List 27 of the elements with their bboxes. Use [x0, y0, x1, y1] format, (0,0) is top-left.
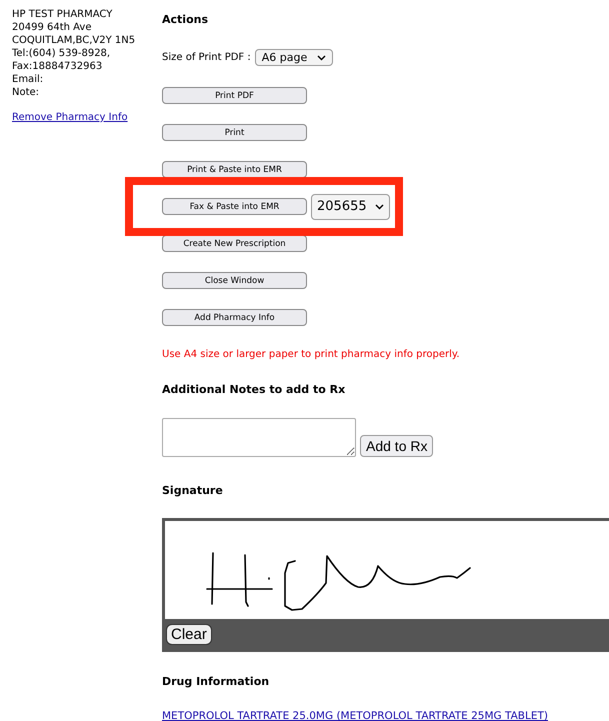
pharmacy-info-line: Email:	[12, 73, 44, 86]
section-heading: Additional Notes to add to Rx	[162, 383, 346, 396]
section-heading: Actions	[162, 13, 209, 26]
pharmacy-info-line: HP TEST PHARMACY	[12, 8, 114, 21]
add-to-rx-button[interactable]: Add to Rx	[360, 435, 434, 457]
action-button[interactable]: Print & Paste into EMR	[162, 161, 307, 178]
print-size-label: Size of Print PDF :	[162, 52, 251, 63]
action-button[interactable]: Print PDF	[162, 87, 307, 104]
drug-link[interactable]: METOPROLOL TARTRATE 25.0MG (METOPROLOL TARTRATE 25MG TABLET)	[162, 710, 548, 721]
warning-text: Use A4 size or larger paper to print pharmacy info properly.	[162, 349, 461, 360]
section-heading: Signature	[162, 484, 224, 497]
action-button[interactable]: Add Pharmacy Info	[162, 309, 307, 326]
remove-pharmacy-link[interactable]: Remove Pharmacy Info	[12, 112, 128, 123]
signature-pad[interactable]: Clear	[162, 518, 609, 652]
action-button[interactable]: Fax & Paste into EMR	[162, 198, 307, 215]
pharmacy-info-line: COQUITLAM,BC,V2Y 1N5	[12, 34, 136, 47]
action-button[interactable]: Create New Prescription	[162, 235, 307, 252]
fax-number-select[interactable]: 205655	[311, 194, 390, 220]
print-size-select[interactable]: A6 page	[254, 49, 334, 66]
action-button[interactable]: Close Window	[162, 272, 307, 289]
pharmacy-info-line: Note:	[12, 86, 40, 99]
pharmacy-info-line: Tel:(604) 539-8928,	[12, 47, 112, 60]
section-heading: Drug Information	[162, 675, 270, 688]
pharmacy-info-line: 20499 64th Ave	[12, 21, 92, 34]
pharmacy-info-line: Fax:18884732963	[12, 60, 104, 73]
clear-button[interactable]: Clear	[166, 624, 212, 644]
action-button[interactable]: Print	[162, 124, 307, 141]
